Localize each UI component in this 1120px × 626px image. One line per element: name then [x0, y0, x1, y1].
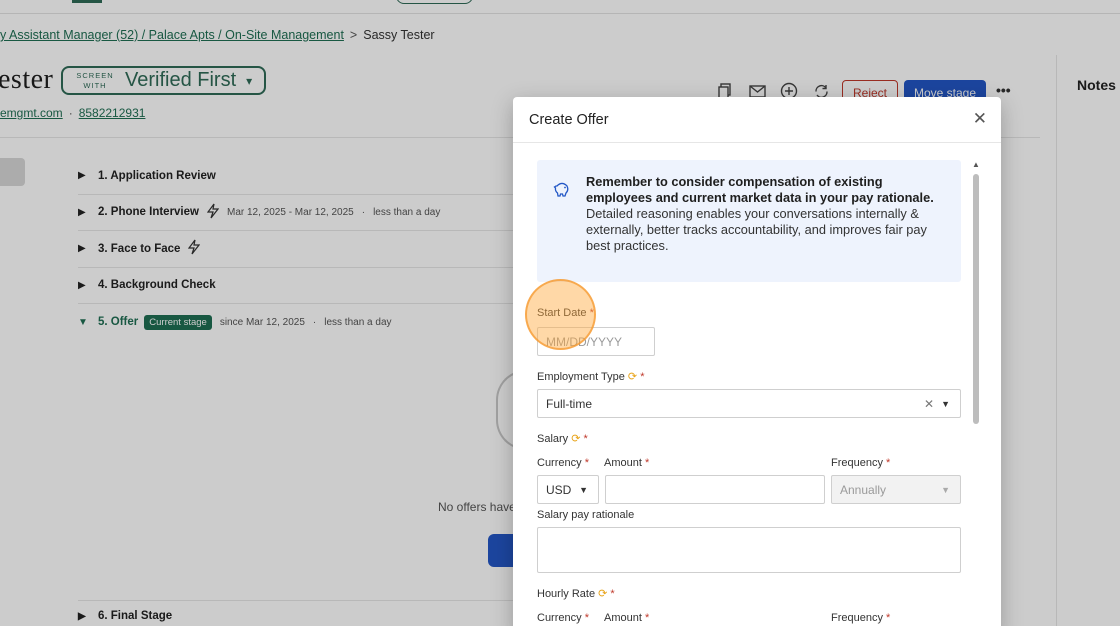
salary-frequency-select[interactable]: Annually ▼	[831, 475, 961, 504]
required-asterisk: *	[886, 612, 891, 624]
hourly-rate-label-text: Hourly Rate	[537, 588, 596, 600]
salary-rationale-textarea[interactable]	[537, 527, 961, 573]
hourly-rate-label: Hourly Rate ⟳ *	[537, 587, 615, 600]
sync-icon: ⟳	[598, 588, 608, 600]
salary-amount-input[interactable]	[605, 475, 825, 504]
start-date-input[interactable]: MM/DD/YYYY	[537, 327, 655, 356]
required-asterisk: *	[584, 457, 589, 469]
callout-body: Detailed reasoning enables your conversa…	[586, 206, 927, 253]
salary-frequency-value: Annually	[840, 482, 887, 497]
required-asterisk: *	[610, 588, 615, 600]
salary-currency-select[interactable]: USD ▼	[537, 475, 599, 504]
employment-type-select[interactable]: Full-time ✕ ▼	[537, 389, 961, 418]
salary-rationale-label: Salary pay rationale	[537, 509, 635, 521]
pay-rationale-callout: Remember to consider compensation of exi…	[537, 160, 961, 282]
salary-amount-label: Amount *	[604, 457, 649, 469]
required-asterisk: *	[589, 307, 594, 319]
salary-amount-label-text: Amount	[604, 457, 642, 469]
required-asterisk: *	[583, 433, 588, 445]
salary-label: Salary ⟳ *	[537, 432, 588, 445]
clear-icon[interactable]: ✕	[924, 397, 934, 411]
employment-type-label: Employment Type ⟳ *	[537, 370, 644, 383]
salary-currency-label-text: Currency	[537, 457, 582, 469]
create-offer-modal: Create Offer ✕ Remember to consider comp…	[513, 97, 1001, 626]
close-icon[interactable]: ✕	[973, 109, 987, 129]
employment-type-label-text: Employment Type	[537, 371, 625, 383]
salary-frequency-label: Frequency *	[831, 457, 890, 469]
hourly-currency-label-text: Currency	[537, 612, 582, 624]
hourly-frequency-label-text: Frequency	[831, 612, 883, 624]
required-asterisk: *	[886, 457, 891, 469]
hourly-frequency-label: Frequency *	[831, 612, 890, 624]
hourly-currency-label: Currency *	[537, 612, 589, 624]
salary-frequency-label-text: Frequency	[831, 457, 883, 469]
required-asterisk: *	[644, 457, 650, 469]
modal-title: Create Offer	[529, 111, 609, 128]
start-date-label: Start Date *	[537, 307, 594, 319]
salary-label-text: Salary	[537, 433, 569, 445]
employment-type-value: Full-time	[546, 396, 593, 411]
scroll-thumb[interactable]	[973, 174, 979, 424]
hourly-amount-label: Amount *	[604, 612, 649, 624]
modal-header: Create Offer ✕	[513, 97, 1001, 143]
modal-body: Remember to consider compensation of exi…	[513, 143, 1001, 626]
required-asterisk: *	[640, 371, 645, 383]
chevron-down-icon: ▼	[941, 484, 950, 495]
salary-currency-value: USD	[546, 482, 572, 497]
required-asterisk: *	[584, 612, 589, 624]
chevron-down-icon: ▼	[941, 398, 950, 409]
sync-icon: ⟳	[627, 371, 638, 383]
hourly-amount-label-text: Amount	[604, 612, 642, 624]
salary-currency-label: Currency *	[537, 457, 589, 469]
scroll-up-arrow-icon[interactable]: ▲	[972, 160, 980, 169]
required-asterisk: *	[644, 612, 650, 624]
piggy-bank-icon	[553, 180, 571, 198]
chevron-down-icon: ▼	[579, 484, 588, 495]
callout-heading: Remember to consider compensation of exi…	[586, 174, 934, 205]
start-date-label-text: Start Date	[537, 307, 587, 319]
modal-scrollbar[interactable]: ▲	[972, 160, 980, 626]
sync-icon: ⟳	[571, 433, 581, 445]
